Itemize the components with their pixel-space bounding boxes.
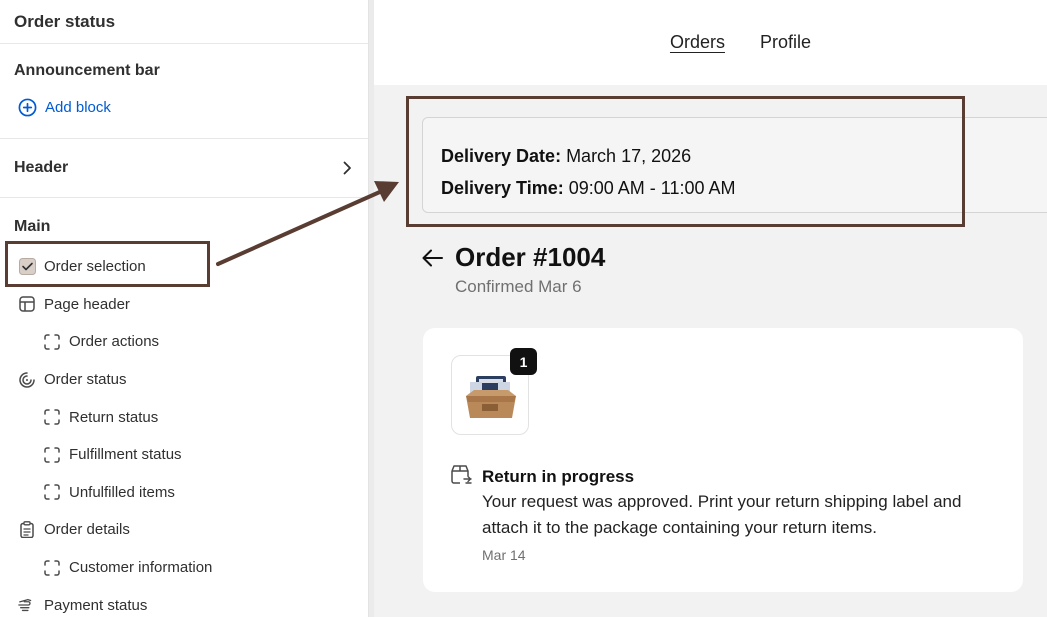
store-preview: Orders Profile Delivery Date: March 17, … — [374, 0, 1047, 617]
sidebar-item-label: Fulfillment status — [69, 446, 182, 464]
sidebar-item-return-status[interactable]: Return status — [14, 398, 354, 436]
sidebar-item-label: Return status — [69, 408, 159, 426]
sidebar-item-page-header[interactable]: Page header — [14, 286, 354, 324]
delivery-time-value: 09:00 AM - 11:00 AM — [568, 177, 736, 198]
delivery-time-row: Delivery Time: 09:00 AM - 11:00 AM — [441, 172, 1043, 204]
return-date: Mar 14 — [482, 547, 526, 563]
sidebar-title: Order status — [0, 0, 368, 44]
block-icon — [43, 446, 61, 464]
block-icon — [43, 559, 61, 577]
return-status-block: Return in progress Your request was appr… — [482, 467, 1002, 563]
block-icon — [43, 483, 61, 501]
item-count-badge: 1 — [510, 348, 537, 375]
sidebar-item-label: Page header — [44, 295, 130, 313]
editor-sidebar: Order status Announcement bar Add block … — [0, 0, 369, 617]
main-label: Main — [14, 218, 51, 235]
sidebar-item-label: Customer information — [69, 559, 213, 577]
sidebar-item-label: Payment status — [44, 596, 148, 614]
announcement-label: Announcement bar — [14, 62, 160, 79]
back-arrow-icon[interactable] — [422, 249, 443, 267]
delivery-date-row: Delivery Date: March 17, 2026 — [441, 140, 1043, 172]
order-title-row: Order #1004 — [422, 242, 605, 273]
announcement-section: Announcement bar Add block — [0, 44, 368, 139]
sidebar-item-payment-status[interactable]: Payment status — [14, 586, 354, 617]
sidebar-item-order-selection[interactable]: Order selection — [14, 248, 354, 286]
plus-circle-icon — [18, 98, 37, 117]
delivery-date-label: Delivery Date: — [441, 145, 562, 166]
return-description: Your request was approved. Print your re… — [482, 492, 962, 537]
delivery-info-card: Delivery Date: March 17, 2026 Delivery T… — [422, 117, 1047, 213]
sidebar-item-label: Order selection — [44, 258, 146, 276]
chevron-right-icon — [343, 161, 351, 175]
add-block-label: Add block — [45, 99, 111, 116]
sidebar-item-customer-information[interactable]: Customer information — [14, 549, 354, 587]
header-section[interactable]: Header — [0, 139, 368, 198]
order-subtitle: Confirmed Mar 6 — [455, 277, 582, 296]
sidebar-item-order-details[interactable]: Order details — [14, 511, 354, 549]
return-title: Return in progress — [482, 467, 635, 486]
block-tree: Order selection Page header Order action… — [14, 248, 354, 617]
status-icon — [18, 371, 36, 389]
checkbox-icon — [18, 258, 36, 276]
main-section: Main Order selection Page header Order a… — [0, 198, 368, 617]
sidebar-item-order-actions[interactable]: Order actions — [14, 323, 354, 361]
top-navigation: Orders Profile — [374, 0, 1047, 85]
clipboard-icon — [18, 521, 36, 539]
delivery-date-value: March 17, 2026 — [566, 145, 692, 166]
layout-icon — [18, 295, 36, 313]
sidebar-item-order-status[interactable]: Order status — [14, 361, 354, 399]
block-icon — [43, 408, 61, 426]
delivery-time-label: Delivery Time: — [441, 177, 564, 198]
sidebar-item-label: Order actions — [69, 333, 160, 351]
block-icon — [43, 333, 61, 351]
order-header: Order #1004 Confirmed Mar 6 — [422, 242, 605, 297]
return-package-icon — [449, 464, 473, 491]
order-title: Order #1004 — [455, 242, 606, 272]
nav-profile-link[interactable]: Profile — [760, 32, 811, 53]
sidebar-item-label: Order status — [44, 371, 127, 389]
order-card: 1 Return in progress Your request was ap… — [423, 328, 1023, 592]
add-block-button[interactable]: Add block — [18, 98, 354, 117]
sidebar-item-label: Order details — [44, 521, 130, 539]
payment-icon — [18, 596, 36, 614]
sidebar-item-label: Unfulfilled items — [69, 483, 175, 501]
sidebar-item-fulfillment-status[interactable]: Fulfillment status — [14, 436, 354, 474]
header-label: Header — [14, 159, 69, 176]
sidebar-item-unfulfilled-items[interactable]: Unfulfilled items — [14, 474, 354, 512]
nav-orders-link[interactable]: Orders — [670, 32, 725, 53]
